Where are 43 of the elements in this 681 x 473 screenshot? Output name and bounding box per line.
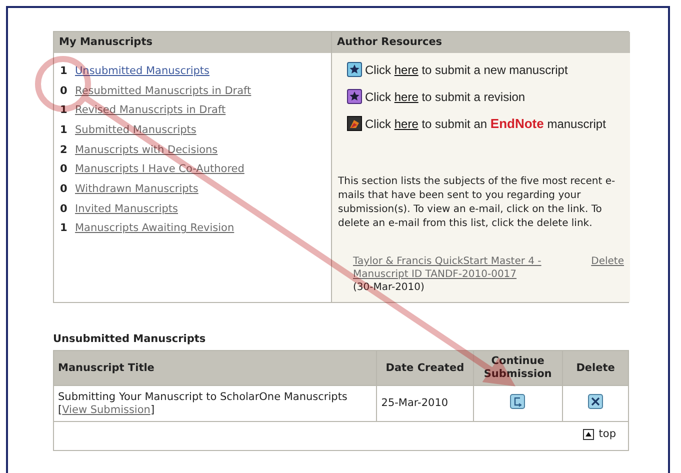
section-title: Unsubmitted Manuscripts bbox=[53, 333, 207, 345]
manuscript-category-link[interactable]: Withdrawn Manuscripts bbox=[75, 182, 198, 195]
manuscript-count: 1 bbox=[60, 104, 68, 116]
manuscript-category-link[interactable]: Manuscripts with Decisions bbox=[75, 144, 218, 156]
panel-header: My Manuscripts bbox=[54, 32, 332, 53]
document-icon bbox=[347, 116, 362, 131]
column-header: Continue Submission bbox=[473, 350, 563, 386]
here-link[interactable]: here bbox=[394, 117, 418, 131]
here-link[interactable]: here bbox=[394, 90, 418, 104]
view-submission-link[interactable]: View Submission bbox=[62, 404, 150, 416]
continue-icon[interactable] bbox=[510, 394, 526, 409]
manuscript-category-link[interactable]: Manuscripts I Have Co-Authored bbox=[75, 163, 244, 176]
manuscript-count: 0 bbox=[60, 84, 68, 97]
manuscript-count: 2 bbox=[60, 144, 68, 156]
manuscript-count: 1 bbox=[60, 222, 68, 234]
manuscript-count: 0 bbox=[60, 163, 68, 176]
column-header: Delete bbox=[562, 350, 628, 386]
manuscript-category-link[interactable]: Invited Manuscripts bbox=[75, 202, 178, 215]
resource-text: Click here to submit an EndNote manuscript bbox=[365, 116, 606, 131]
date-cell: 25-Mar-2010 bbox=[376, 386, 474, 422]
panel-header: Author Resources bbox=[332, 32, 630, 53]
manuscript-category-link[interactable]: Submitted Manuscripts bbox=[75, 124, 196, 136]
manuscript-category-link[interactable]: Manuscripts Awaiting Revision bbox=[75, 222, 234, 234]
here-link[interactable]: here bbox=[394, 62, 418, 76]
manuscript-count: 0 bbox=[60, 182, 68, 195]
delete-icon[interactable] bbox=[588, 394, 604, 409]
column-header: Manuscript Title bbox=[54, 350, 377, 386]
endnote-logo: EndNote bbox=[490, 116, 544, 131]
top-link[interactable]: top bbox=[582, 428, 616, 441]
email-date: (30-Mar-2010) bbox=[353, 281, 426, 294]
manuscript-title: Submitting Your Manuscript to ScholarOne Manuscripts [View Submission] bbox=[54, 386, 377, 422]
manuscript-count: 1 bbox=[60, 124, 68, 136]
resource-text: Click here to submit a revision bbox=[365, 90, 526, 104]
column-header: Date Created bbox=[376, 350, 474, 386]
email-note: This section lists the subjects of the five most recent e-mails that have been sent to you regarding your submission(s). To view an e-mail, click on the link. To delete an e-mail from this list, click the delete link. bbox=[338, 175, 616, 231]
manuscript-category-link[interactable]: Resubmitted Manuscripts in Draft bbox=[75, 84, 252, 97]
resource-text: Click here to submit a new manuscript bbox=[365, 62, 568, 76]
delete-link[interactable]: Delete bbox=[591, 255, 624, 281]
email-subject-link[interactable]: Taylor & Francis QuickStart Master 4 - Manuscript ID TANDF-2010-0017 bbox=[353, 255, 572, 281]
manuscript-category-link[interactable]: Unsubmitted Manuscripts bbox=[75, 64, 210, 77]
manuscript-category-link[interactable]: Revised Manuscripts in Draft bbox=[75, 104, 226, 116]
manuscript-count: 1 bbox=[60, 64, 68, 77]
manuscript-count: 0 bbox=[60, 202, 68, 215]
